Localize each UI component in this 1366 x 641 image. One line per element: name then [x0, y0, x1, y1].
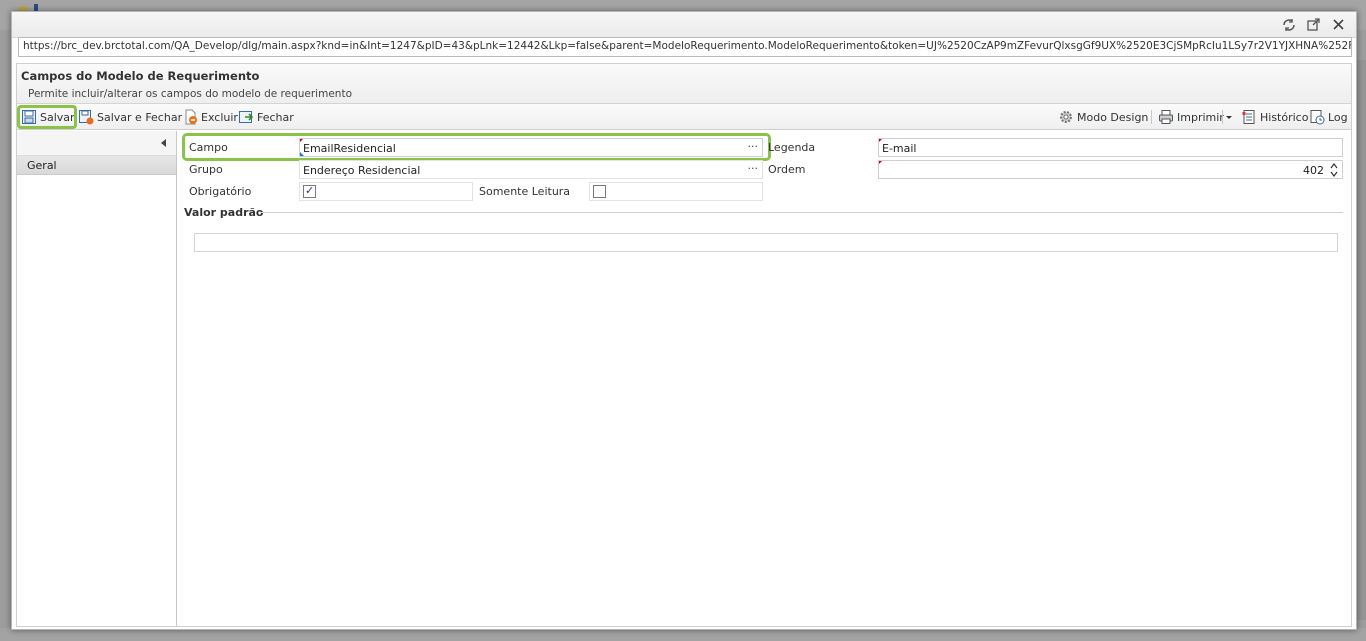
open-external-icon[interactable]	[1306, 17, 1321, 32]
toolbar-separator	[1222, 110, 1223, 124]
lookup-marker	[300, 152, 304, 156]
close-button-label: Fechar	[257, 110, 294, 124]
valor-padrao-field[interactable]	[194, 233, 1338, 252]
form-area: Campo EmailResidencial ··· Legenda E-mai…	[178, 131, 1351, 626]
somente-leitura-checkbox[interactable]	[593, 185, 606, 198]
section-divider	[261, 212, 1343, 213]
grupo-lookup-button[interactable]: ···	[748, 162, 759, 175]
campo-field[interactable]: EmailResidencial ···	[299, 138, 763, 157]
somente-leitura-field	[589, 182, 763, 201]
legenda-label: Legenda	[768, 141, 816, 154]
grupo-value: Endereço Residencial	[303, 164, 421, 177]
required-marker	[879, 161, 883, 165]
legenda-field[interactable]: E-mail	[878, 138, 1343, 157]
campo-value: EmailResidencial	[303, 142, 396, 155]
close-icon[interactable]	[1331, 17, 1346, 32]
toolbar-separator	[1151, 110, 1152, 124]
print-dropdown[interactable]	[1225, 108, 1233, 126]
page-subtitle: Permite incluir/alterar os campos do mod…	[28, 88, 352, 100]
save-close-button[interactable]: Salvar e Fechar	[78, 108, 182, 126]
sidebar-item-geral[interactable]: Geral	[17, 156, 176, 175]
dialog-window: https://brc_dev.brctotal.com/QA_Develop/…	[11, 11, 1357, 630]
required-marker	[300, 139, 304, 143]
grupo-field[interactable]: Endereço Residencial ···	[299, 160, 763, 179]
log-icon	[1309, 109, 1325, 125]
page-title: Campos do Modelo de Requerimento	[21, 69, 260, 83]
background-scrollbar	[1356, 60, 1366, 620]
design-mode-label: Modo Design	[1077, 110, 1149, 124]
ordem-label: Ordem	[768, 163, 806, 176]
toolbar: Salvar Salvar e Fechar Excluir Fechar Mo…	[17, 104, 1351, 130]
valor-padrao-section-title: Valor padrão	[184, 206, 264, 219]
chevron-down-icon	[1225, 109, 1233, 125]
history-button-label: Histórico	[1260, 110, 1309, 124]
design-mode-button[interactable]: Modo Design	[1058, 108, 1148, 126]
delete-button[interactable]: Excluir	[182, 108, 238, 126]
url-bar[interactable]: https://brc_dev.brctotal.com/QA_Develop/…	[18, 37, 1352, 57]
print-button-label: Imprimir	[1177, 110, 1224, 124]
save-button[interactable]: Salvar	[21, 108, 75, 126]
left-panel-header	[17, 131, 176, 156]
delete-icon	[182, 109, 198, 125]
refresh-icon[interactable]	[1281, 17, 1296, 32]
campo-label: Campo	[189, 141, 228, 154]
save-button-label: Salvar	[40, 110, 75, 124]
history-button[interactable]: Histórico	[1241, 108, 1308, 126]
history-icon	[1241, 109, 1257, 125]
left-panel: Geral	[17, 131, 177, 626]
obrigatorio-checkbox[interactable]	[303, 184, 316, 198]
obrigatorio-field	[299, 182, 473, 201]
grupo-label: Grupo	[189, 163, 223, 176]
save-close-button-label: Salvar e Fechar	[97, 110, 183, 124]
required-marker	[879, 139, 883, 143]
somente-leitura-label: Somente Leitura	[479, 185, 571, 198]
printer-icon	[1158, 109, 1174, 125]
save-icon	[21, 109, 37, 125]
campo-lookup-button[interactable]: ···	[748, 140, 759, 153]
ordem-field[interactable]: 402	[878, 160, 1343, 179]
print-button[interactable]: Imprimir	[1158, 108, 1224, 126]
obrigatorio-label: Obrigatório	[189, 185, 252, 198]
title-area: Campos do Modelo de Requerimento Permite…	[17, 64, 1351, 104]
collapse-arrow-icon[interactable]	[161, 139, 166, 147]
close-window-icon	[238, 109, 254, 125]
log-button[interactable]: Log	[1309, 108, 1348, 126]
log-button-label: Log	[1328, 110, 1348, 124]
dialog-content: Campos do Modelo de Requerimento Permite…	[16, 63, 1352, 627]
gear-icon	[1058, 109, 1074, 125]
close-button[interactable]: Fechar	[238, 108, 294, 126]
ordem-spinner[interactable]	[1330, 163, 1338, 178]
delete-button-label: Excluir	[201, 110, 238, 124]
dialog-header	[12, 12, 1356, 38]
save-close-icon	[78, 109, 94, 125]
ordem-value: 402	[1303, 164, 1324, 177]
legenda-value: E-mail	[882, 142, 917, 155]
